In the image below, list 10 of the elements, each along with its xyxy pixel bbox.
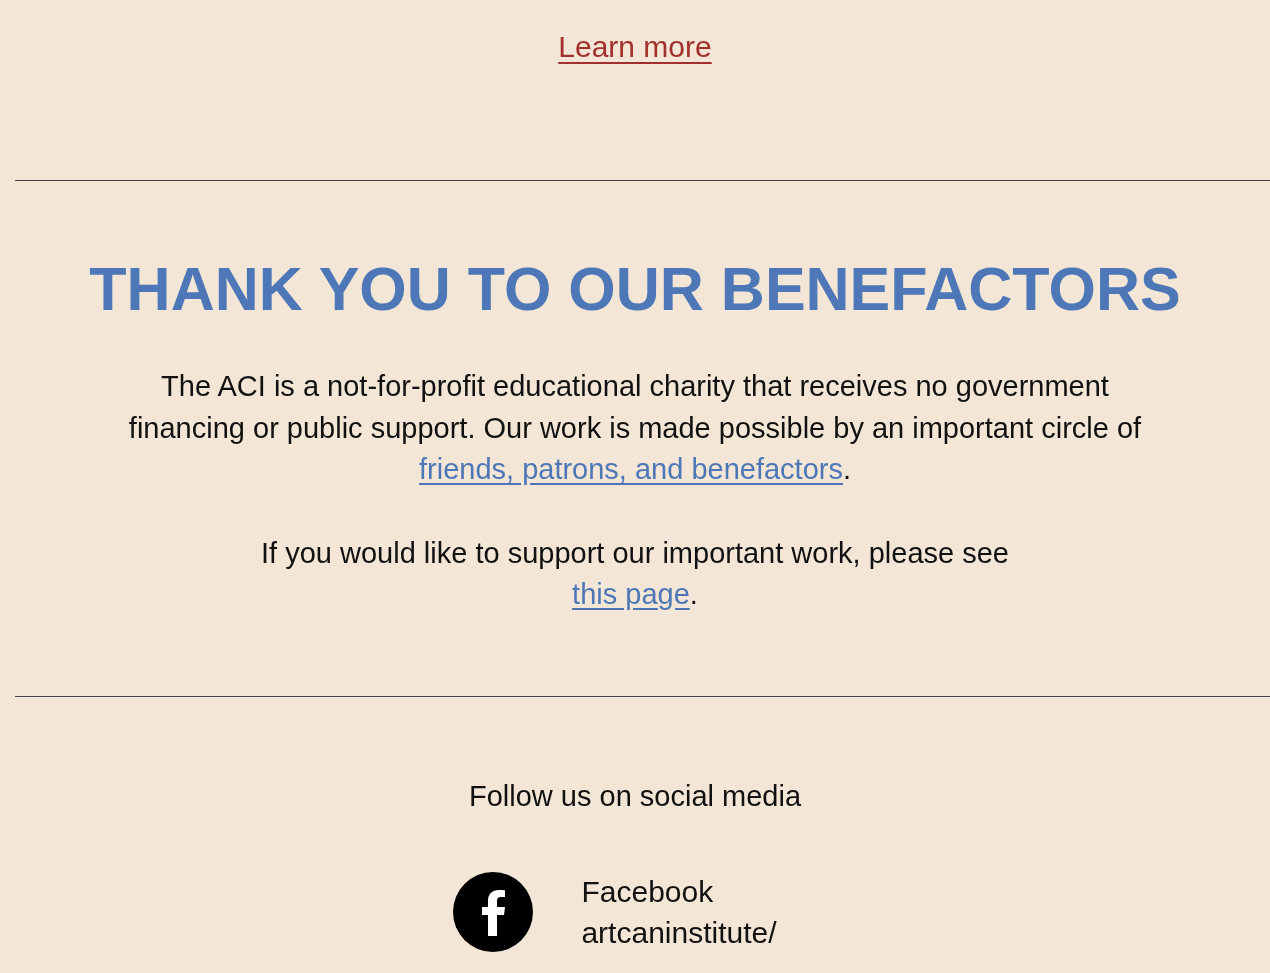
social-handle[interactable]: artcaninstitute/ [581, 911, 777, 953]
social-name[interactable]: Facebook [581, 870, 777, 912]
paragraph-text: The ACI is a not-for-profit educational charity that receives no government financing or public support. Our work is made possible by an important circle of friends, patrons, and benefactors. [127, 369, 1143, 488]
text-link[interactable]: this page [572, 578, 690, 611]
social-heading: Follow us on social media [467, 779, 802, 814]
facebook-icon[interactable] [453, 871, 534, 952]
section-heading: THANK YOU TO OUR BENEFACTORS [88, 254, 1182, 325]
paragraph-text: If you would like to support our important work, please see this page. [260, 535, 1010, 613]
text-link[interactable]: friends, patrons, and benefactors [418, 453, 843, 486]
learn-more-link[interactable]: Learn more [558, 30, 712, 63]
